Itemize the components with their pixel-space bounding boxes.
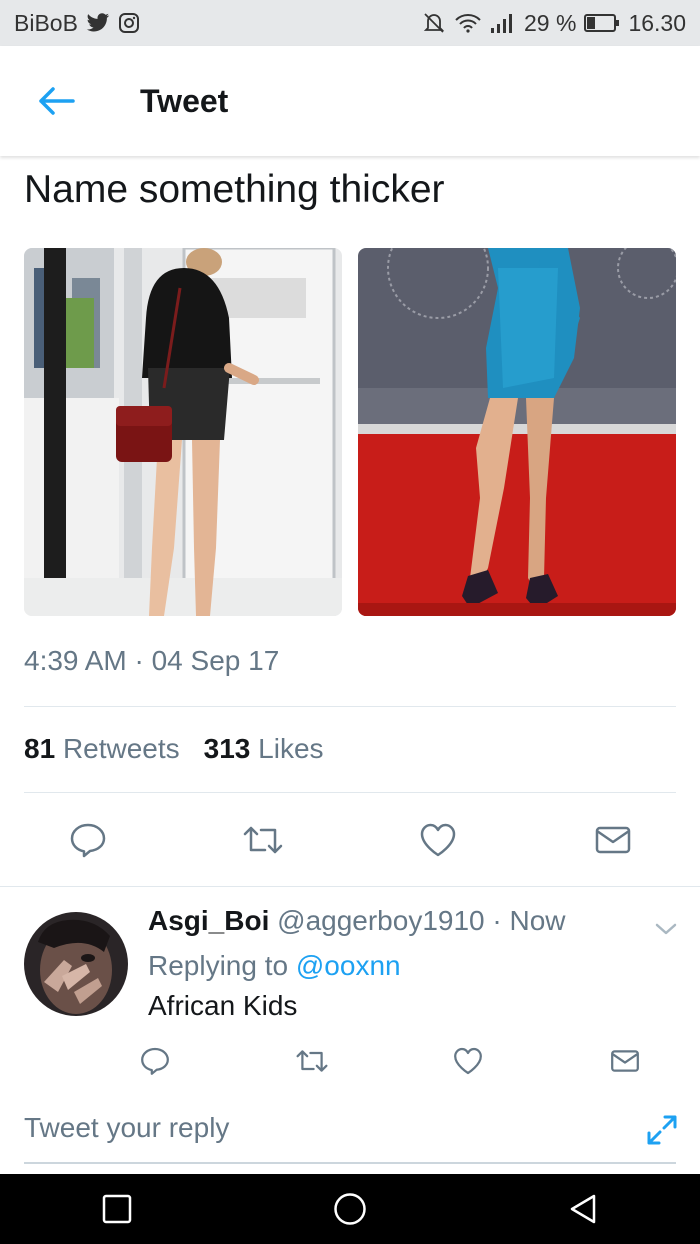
replying-to-handle[interactable]: @ooxnn — [296, 950, 401, 981]
reply-time: · Now — [492, 905, 566, 936]
reply-actions — [130, 1036, 650, 1086]
signal-icon — [490, 12, 516, 34]
reply-icon — [141, 1047, 169, 1075]
like-button[interactable] — [408, 810, 468, 870]
reply-like-button[interactable] — [443, 1036, 493, 1086]
likes-count: 313 — [203, 733, 251, 764]
reply-author-handle[interactable]: @aggerboy1910 — [277, 905, 484, 936]
expand-icon — [647, 1115, 677, 1145]
reply-icon — [70, 823, 105, 858]
instagram-icon — [118, 12, 140, 34]
divider — [0, 886, 700, 887]
recents-button[interactable] — [82, 1174, 152, 1244]
reply-author-name[interactable]: Asgi_Boi — [148, 905, 269, 936]
avatar[interactable] — [24, 912, 128, 1016]
carrier-label: BiBoB — [14, 9, 78, 36]
tweet-timestamp: 4:39 AM · 04 Sep 17 — [24, 645, 280, 676]
reply-share-button[interactable] — [600, 1036, 650, 1086]
reply-input[interactable]: Tweet your reply — [24, 1112, 229, 1144]
retweets-count: 81 — [24, 733, 56, 764]
back-button[interactable] — [24, 69, 88, 133]
clock: 16.30 — [628, 9, 686, 36]
heart-icon — [454, 1047, 483, 1075]
home-button[interactable] — [315, 1174, 385, 1244]
reply-button[interactable] — [58, 810, 118, 870]
envelope-icon — [611, 1050, 639, 1072]
likes-stat[interactable]: 313 Likes — [204, 733, 324, 765]
square-icon — [102, 1194, 131, 1224]
replying-to: Replying to @ooxnn — [148, 950, 401, 982]
wifi-icon — [454, 12, 482, 34]
retweet-button[interactable] — [233, 810, 293, 870]
mute-icon — [422, 12, 446, 34]
divider — [24, 792, 676, 793]
tweet-photo-2[interactable] — [358, 248, 676, 616]
tweet-text: Name something thicker — [24, 168, 445, 211]
reply-header: Asgi_Boi @aggerboy1910 · Now — [148, 905, 566, 937]
retweet-icon — [296, 1050, 328, 1072]
reply-menu-button[interactable] — [652, 915, 680, 943]
reply-reply-button[interactable] — [130, 1036, 180, 1086]
envelope-icon — [595, 826, 630, 854]
back-nav-button[interactable] — [548, 1174, 618, 1244]
retweets-stat[interactable]: 81 Retweets — [24, 733, 180, 765]
app-bar: Tweet — [0, 46, 700, 156]
replying-to-label: Replying to — [148, 950, 289, 981]
twitter-bird-icon — [86, 13, 110, 33]
share-button[interactable] — [583, 810, 643, 870]
battery-percent: 29 % — [524, 9, 577, 36]
page-title: Tweet — [140, 82, 229, 119]
status-bar: BiBoB 29 % 16.30 — [0, 0, 700, 46]
tweet-stats: 81 Retweets 313 Likes — [24, 733, 324, 765]
battery-icon — [584, 13, 620, 33]
reply-text: African Kids — [148, 990, 298, 1021]
back-arrow-icon — [39, 87, 75, 115]
reply-retweet-button[interactable] — [287, 1036, 337, 1086]
retweets-label: Retweets — [62, 733, 180, 764]
input-underline — [24, 1162, 676, 1164]
system-nav-bar — [0, 1174, 700, 1244]
divider — [24, 706, 676, 707]
heart-icon — [420, 823, 455, 857]
tweet-photo-1[interactable] — [24, 248, 342, 616]
tweet-actions — [0, 810, 700, 870]
circle-icon — [334, 1193, 366, 1225]
likes-label: Likes — [258, 733, 324, 764]
retweet-icon — [243, 826, 282, 854]
triangle-back-icon — [571, 1194, 596, 1224]
expand-compose-button[interactable] — [640, 1108, 684, 1152]
chevron-down-icon — [655, 923, 677, 935]
